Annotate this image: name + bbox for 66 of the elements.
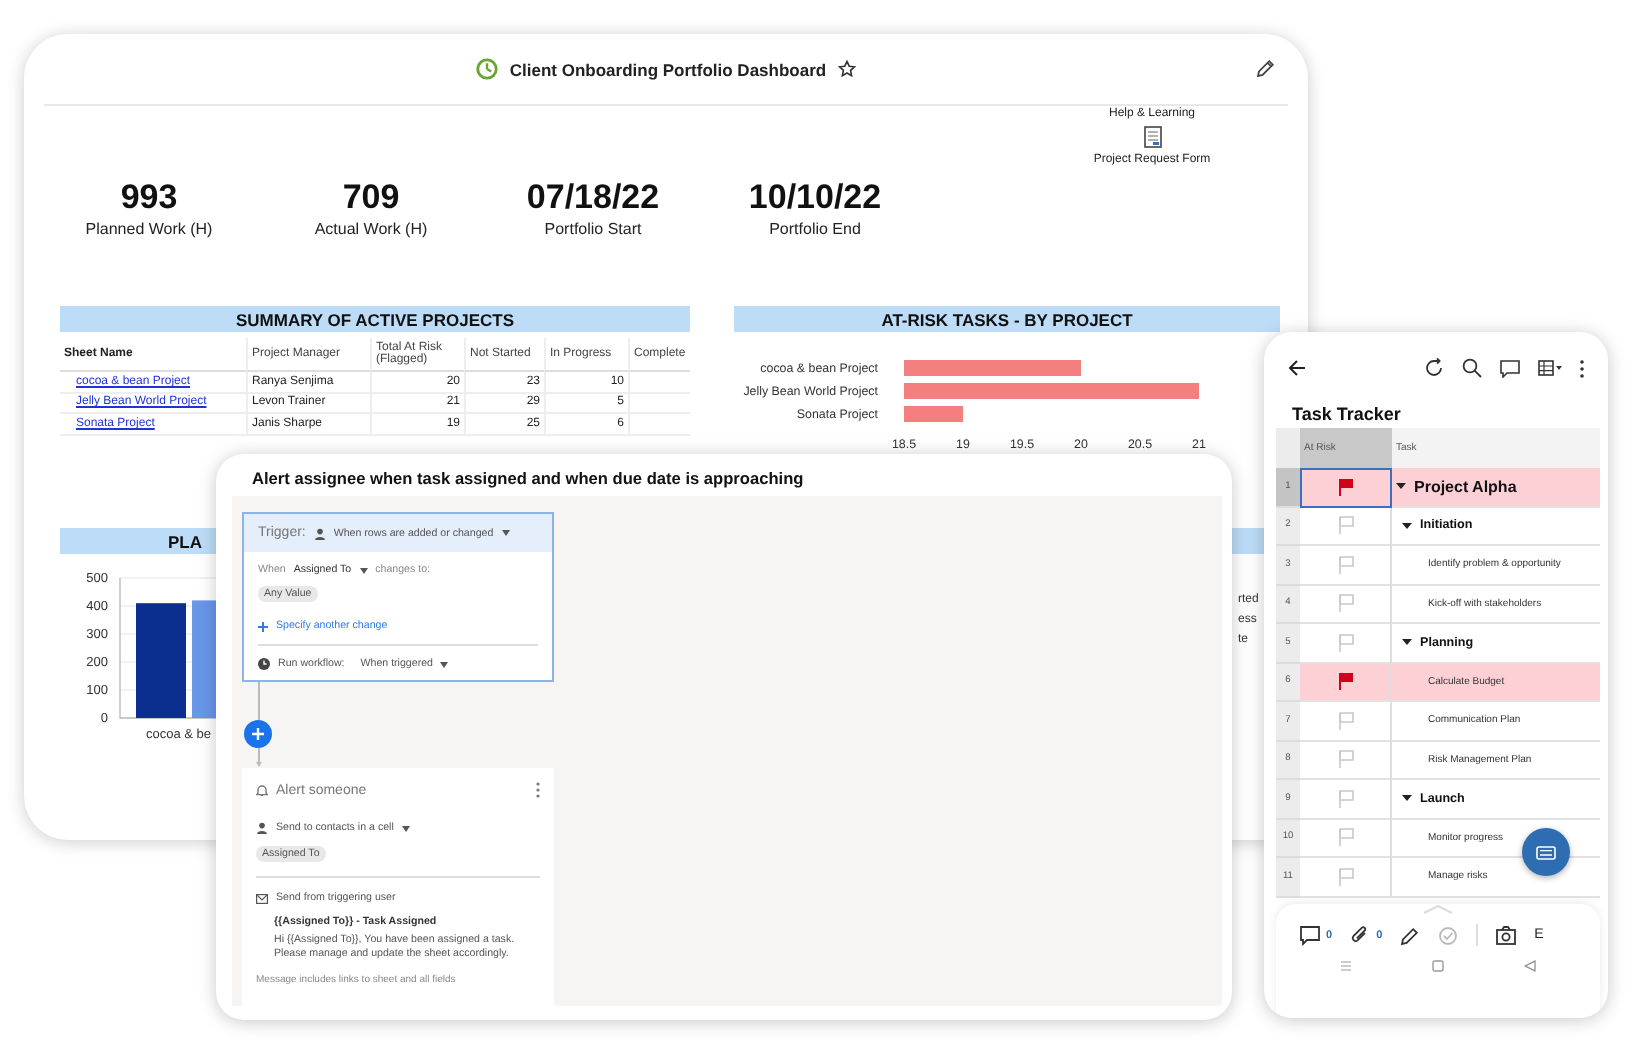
- person-icon: [256, 822, 268, 834]
- comment-icon[interactable]: [1500, 359, 1520, 377]
- back-icon[interactable]: [1524, 960, 1536, 972]
- caret-icon[interactable]: [1402, 521, 1412, 530]
- caret-icon[interactable]: [1402, 794, 1412, 803]
- dashboard-title: Client Onboarding Portfolio Dashboard: [509, 59, 827, 79]
- mail-icon: [256, 893, 268, 903]
- toolbar-button[interactable]: [1400, 925, 1421, 945]
- metric-value: 993: [120, 178, 178, 218]
- comment-icon: [1300, 925, 1320, 945]
- metric-label: Planned Work (H): [85, 220, 213, 238]
- search-icon[interactable]: [1462, 358, 1482, 378]
- table-title-bar: SUMMARY OF ACTIVE PROJECTS: [60, 306, 690, 332]
- person-icon: [313, 527, 326, 539]
- check-circle-icon: [1438, 925, 1459, 945]
- sheet-title: Task Tracker: [1290, 404, 1403, 428]
- metric-value: 10/10/22: [748, 178, 882, 218]
- keyboard-icon: [1536, 845, 1556, 859]
- pencil-icon: [1400, 925, 1421, 945]
- at-risk-cell[interactable]: [1300, 546, 1392, 585]
- paperclip-icon: [1350, 925, 1371, 945]
- at-risk-cell[interactable]: [1300, 663, 1392, 702]
- task-name: Project Alpha: [1414, 477, 1517, 496]
- plus-icon: [252, 728, 264, 740]
- at-risk-cell[interactable]: [1300, 507, 1392, 546]
- keyboard-button[interactable]: [1522, 828, 1570, 876]
- metric-label: Portfolio End: [769, 220, 861, 238]
- at-risk-cell[interactable]: [1300, 468, 1392, 507]
- chart-title-bar: AT-RISK TASKS - BY PROJECT: [734, 306, 1280, 332]
- caret-icon: [440, 661, 449, 667]
- chart-bar: [136, 603, 186, 718]
- at-risk-cell[interactable]: [1300, 858, 1392, 897]
- form-icon[interactable]: [1143, 126, 1161, 148]
- metric-label: Actual Work (H): [314, 220, 428, 238]
- grid-view-icon[interactable]: [1538, 360, 1562, 376]
- workflow-title: Alert assignee when task assigned and when due date is approaching: [250, 466, 806, 492]
- at-risk-cell[interactable]: [1300, 819, 1392, 858]
- camera-icon: [1496, 925, 1517, 945]
- pencil-icon[interactable]: [1254, 58, 1276, 80]
- caret-icon: [501, 530, 510, 536]
- clock-icon: [258, 658, 270, 670]
- metric-label: Portfolio Start: [544, 220, 642, 238]
- chart-bar: [904, 406, 963, 422]
- home-icon[interactable]: [1432, 960, 1444, 972]
- corner-cell: [1276, 428, 1300, 468]
- at-risk-cell[interactable]: [1300, 741, 1392, 780]
- metric-value: 07/18/22: [526, 178, 660, 218]
- at-risk-cell[interactable]: [1300, 585, 1392, 624]
- connector-line: [257, 682, 259, 720]
- caret-icon: [401, 825, 410, 831]
- caret-icon: [359, 567, 368, 573]
- metric-value: 709: [342, 178, 400, 218]
- dashboard-icon: [475, 58, 498, 80]
- caret-icon[interactable]: [1396, 482, 1406, 491]
- connector-arrow: [255, 748, 261, 768]
- at-risk-cell[interactable]: [1300, 780, 1392, 819]
- add-step-button[interactable]: [244, 720, 272, 748]
- at-risk-cell[interactable]: [1300, 702, 1392, 741]
- refresh-icon[interactable]: [1424, 358, 1444, 378]
- back-arrow-icon[interactable]: [1288, 360, 1306, 376]
- plus-icon: [258, 621, 268, 631]
- star-icon[interactable]: [838, 60, 857, 78]
- toolbar-button[interactable]: [1496, 925, 1517, 945]
- bell-icon: [256, 784, 268, 796]
- caret-icon[interactable]: [1402, 638, 1412, 647]
- table-cell: [628, 372, 690, 393]
